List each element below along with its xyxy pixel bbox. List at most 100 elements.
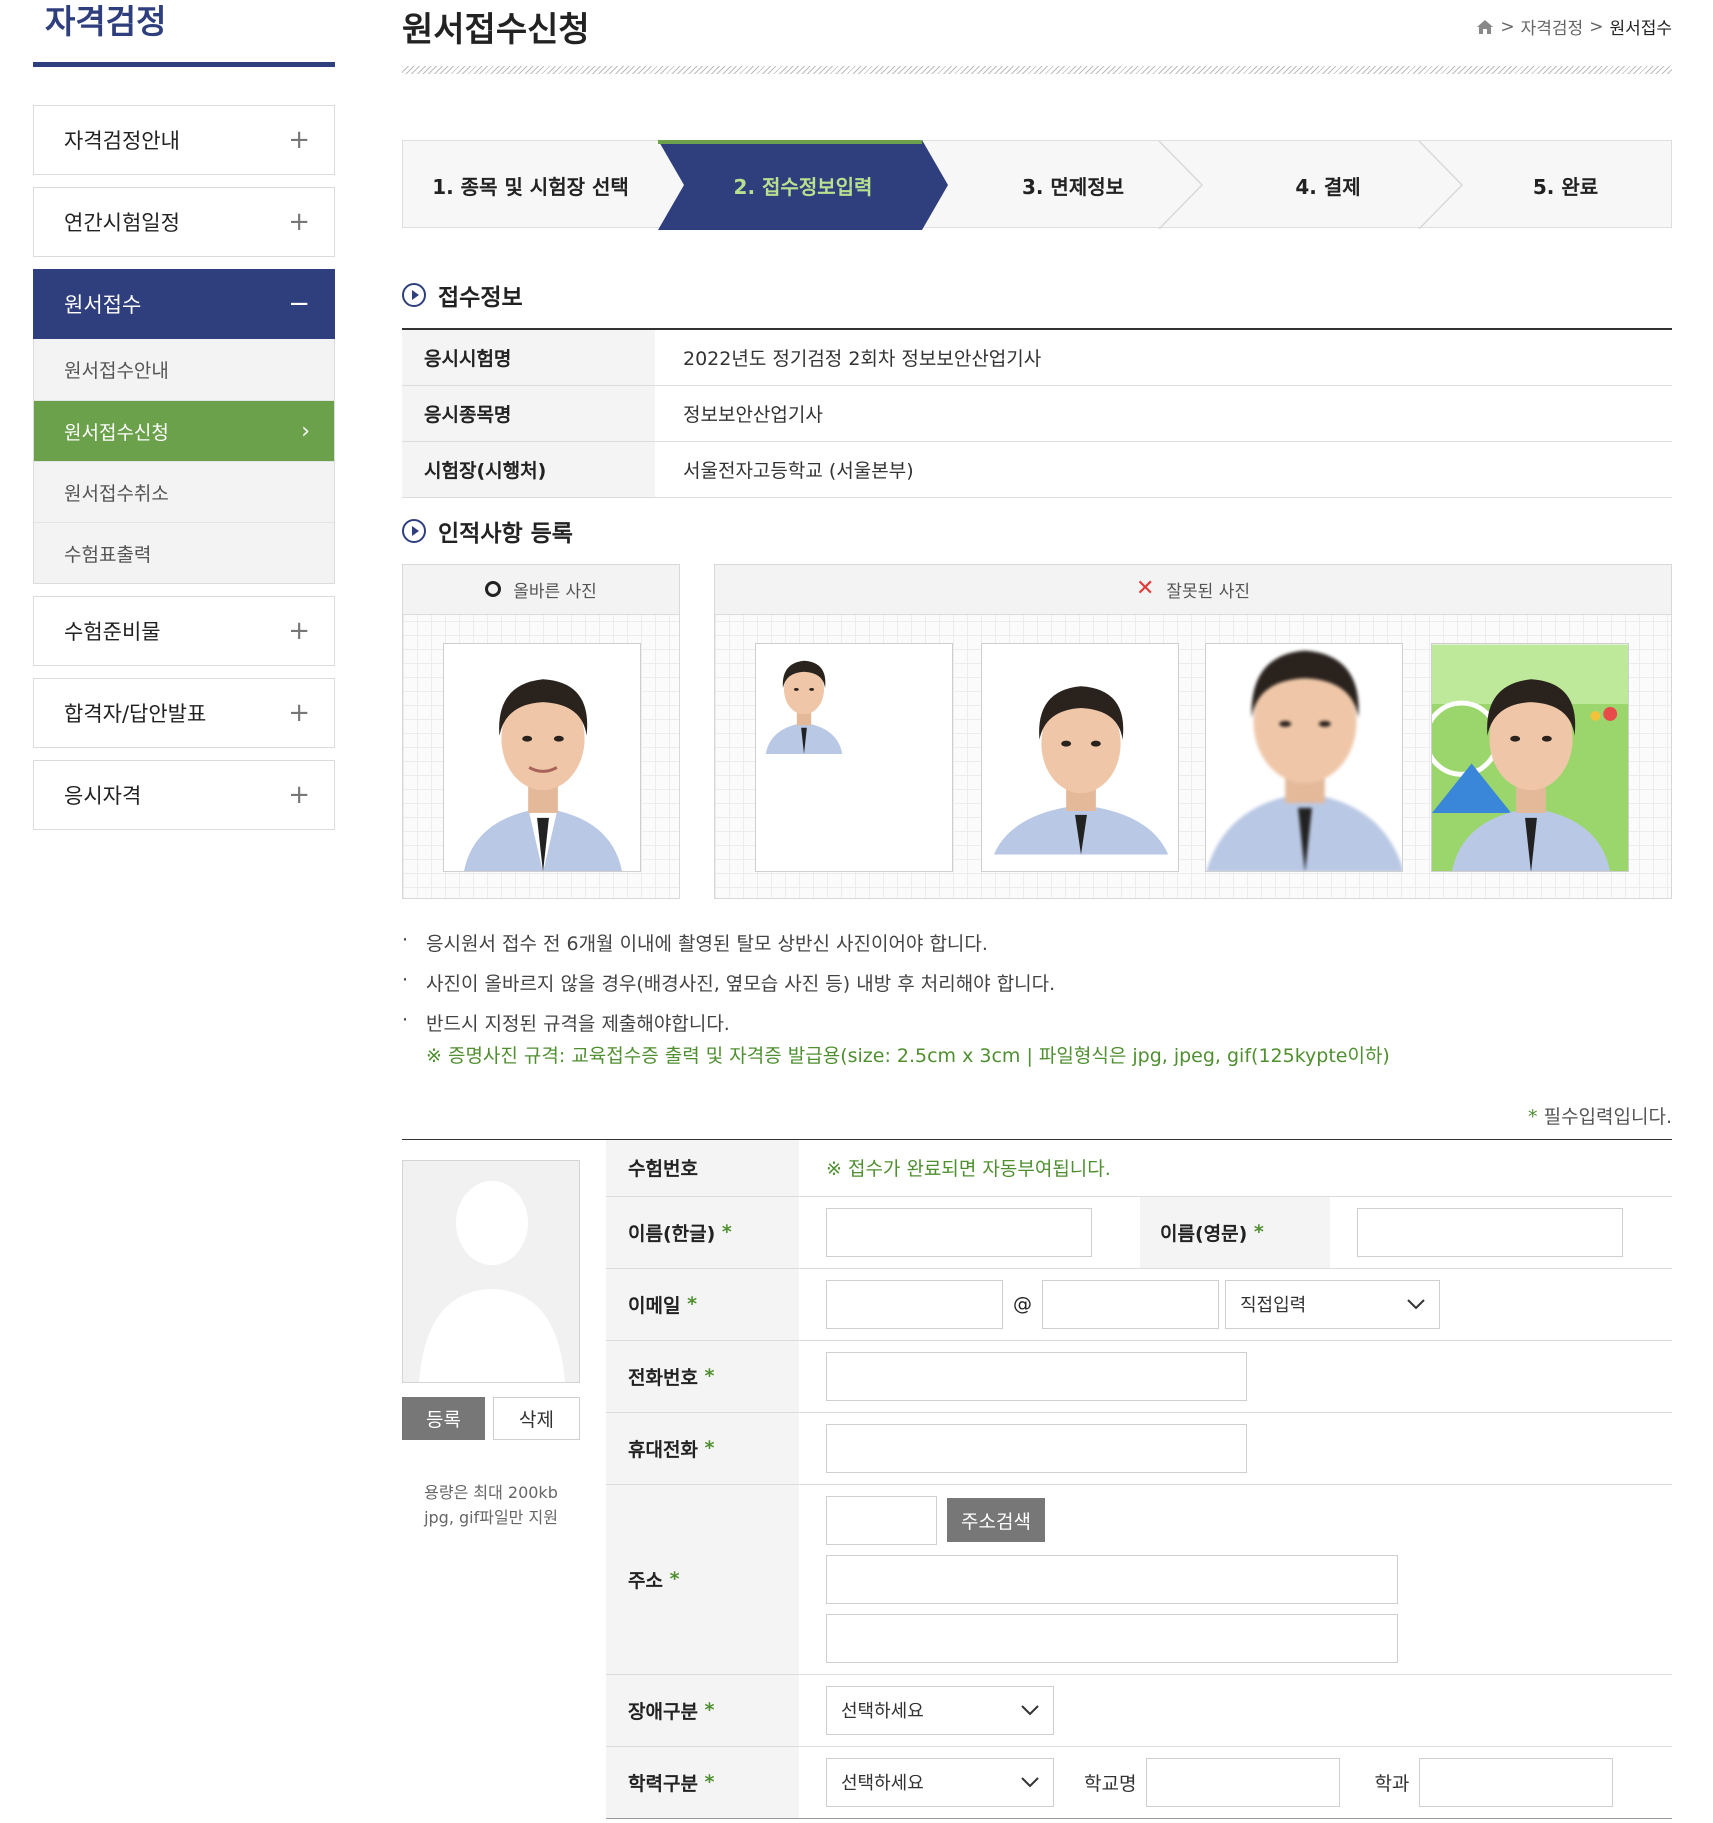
form-label: 이름(한글) * — [606, 1196, 799, 1268]
step-2-active: 2. 접수정보입력 — [733, 174, 873, 199]
form-label: 주소 * — [606, 1484, 799, 1674]
disability-select[interactable]: 선택하세요 — [826, 1685, 1054, 1735]
submenu-item-application-request[interactable]: 원서접수신청 › — [34, 400, 334, 461]
table-row: 시험장(시행처) 서울전자고등학교 (서울본부) — [402, 441, 1672, 498]
application-form: 등록 삭제 용량은 최대 200kb jpg, gif파일만 지원 수험번호 ※… — [402, 1138, 1672, 1821]
sidebar-menu: 자격검정안내 + 연간시험일정 + 원서접수 − 원서접수안내 원서접수신청 › 원서접… — [33, 105, 335, 830]
sidebar-item-schedule[interactable]: 연간시험일정 + — [33, 187, 335, 257]
avatar-buttons: 등록 삭제 — [402, 1396, 580, 1440]
sidebar-item-label: 합격자/답안발표 — [64, 702, 207, 726]
wrong-photo-blurry — [1205, 642, 1403, 872]
email-domain-select[interactable]: 직접입력 — [1225, 1279, 1440, 1329]
form-value: ※ 접수가 완료되면 자동부여됩니다. — [799, 1140, 1672, 1196]
wrong-photo-header: ✕ 잘못된 사진 — [715, 564, 1671, 615]
sidebar-item-eligibility[interactable]: 응시자격 + — [33, 760, 335, 830]
wrong-photo-label: 잘못된 사진 — [1166, 581, 1251, 602]
circle-o-icon — [485, 581, 502, 597]
submenu-item-application-guide[interactable]: 원서접수안내 — [34, 339, 334, 400]
postcode-input[interactable] — [826, 1495, 937, 1545]
form-label: 학력구분 * — [606, 1746, 799, 1818]
progress-steps: 1. 종목 및 시험장 선택 2. 접수정보입력 3. 면제정보 4. 결제 5… — [402, 140, 1672, 230]
correct-photo-header: 올바른 사진 — [403, 564, 679, 615]
address-input[interactable] — [826, 1554, 1398, 1604]
form-label: 전화번호 * — [606, 1340, 799, 1412]
address-detail-input[interactable] — [826, 1613, 1398, 1663]
email-domain-input[interactable] — [1042, 1279, 1219, 1329]
photo-examples: 올바른 사진 ✕ 잘못된 사진 — [402, 563, 1672, 899]
exam-no-note: ※ 접수가 완료되면 자동부여됩니다. — [826, 1158, 1111, 1180]
submenu-item-label: 원서접수신청 — [64, 421, 169, 444]
x-mark-icon: ✕ — [1135, 576, 1155, 601]
portrait-image — [982, 644, 1178, 871]
email-id-input[interactable] — [826, 1279, 1003, 1329]
table-key: 시험장(시행처) — [402, 441, 655, 498]
chevron-right-icon: › — [301, 418, 310, 444]
breadcrumb-item[interactable]: 자격검정 — [1521, 14, 1584, 39]
header-divider — [402, 66, 1672, 74]
submenu-item-application-cancel[interactable]: 원서접수취소 — [34, 461, 334, 522]
major-input[interactable] — [1419, 1757, 1614, 1807]
reception-info-table: 응시시험명 2022년도 정기검정 2회차 정보보안산업기사 응시종목명 정보보안산… — [402, 328, 1672, 498]
major-label: 학과 — [1374, 1772, 1410, 1795]
note-item: · 반드시 지정된 규격을 제출해야합니다. — [402, 1008, 730, 1035]
register-photo-button[interactable]: 등록 — [402, 1396, 485, 1440]
sidebar-item-label: 응시자격 — [64, 784, 142, 808]
school-input[interactable] — [1146, 1757, 1341, 1807]
education-select[interactable]: 선택하세요 — [826, 1757, 1054, 1807]
plus-icon: + — [288, 125, 310, 155]
breadcrumb-separator: > — [1589, 16, 1604, 37]
form-table: 수험번호 ※ 접수가 완료되면 자동부여됩니다. 이름(한글) * 이름(영문)… — [606, 1139, 1672, 1819]
form-value: 선택하세요 학교명 학과 — [799, 1747, 1672, 1818]
form-row-mobile: 휴대전화 * — [606, 1412, 1672, 1485]
form-row-phone: 전화번호 * — [606, 1340, 1672, 1413]
profile-photo-area: 등록 삭제 용량은 최대 200kb jpg, gif파일만 지원 — [402, 1159, 580, 1530]
sidebar-item-label: 원서접수 — [64, 293, 142, 317]
phone-input[interactable] — [826, 1351, 1247, 1401]
wrong-photo-too-small — [755, 642, 953, 872]
form-row-education: 학력구분 * 선택하세요 학교명 학과 — [606, 1746, 1672, 1819]
sidebar-title: 자격검정 — [45, 2, 167, 41]
required-note: * 필수입력입니다. — [1528, 1105, 1672, 1128]
form-value — [799, 1413, 1672, 1484]
plus-icon: + — [288, 616, 310, 646]
step-4: 4. 결제 — [1295, 174, 1361, 199]
form-label: 휴대전화 * — [606, 1412, 799, 1484]
step-5: 5. 완료 — [1532, 174, 1599, 199]
form-label: 수험번호 — [606, 1139, 799, 1196]
form-value: 이름(영문) * — [799, 1196, 1672, 1268]
sidebar-item-guide[interactable]: 자격검정안내 + — [33, 105, 335, 175]
note-item: · 응시원서 접수 전 6개월 이내에 촬영된 탈모 상반신 사진이어야 합니다. — [402, 928, 988, 955]
step-3: 3. 면제정보 — [1021, 174, 1125, 199]
mobile-input[interactable] — [826, 1423, 1247, 1473]
table-value: 2022년도 정기검정 2회차 정보보안산업기사 — [655, 329, 1672, 386]
portrait-image — [1206, 644, 1402, 871]
breadcrumb: > 자격검정 > 원서접수 — [1476, 14, 1672, 39]
chevron-down-icon — [1407, 1299, 1425, 1310]
table-value: 정보보안산업기사 — [655, 385, 1672, 442]
table-key: 응시시험명 — [402, 329, 655, 386]
address-search-button[interactable]: 주소검색 — [947, 1498, 1045, 1542]
photo-size-note: 용량은 최대 200kb jpg, gif파일만 지원 — [424, 1482, 558, 1527]
main-content: 원서접수신청 > 자격검정 > 원서접수 1. 종목 및 시험장 선택 2. 접… — [402, 0, 1672, 1821]
section-heading-personal: 인적사항 등록 — [402, 514, 1672, 548]
wrong-photo-cropped — [981, 642, 1179, 872]
wrong-photo-background — [1431, 642, 1629, 872]
home-icon[interactable] — [1476, 19, 1494, 35]
plus-icon: + — [288, 780, 310, 810]
name-korean-input[interactable] — [826, 1207, 1092, 1257]
sidebar-title-bar — [33, 62, 335, 67]
section-heading-reception: 접수정보 — [402, 278, 1672, 312]
delete-photo-button[interactable]: 삭제 — [493, 1396, 580, 1440]
sidebar-item-results[interactable]: 합격자/답안발표 + — [33, 678, 335, 748]
sidebar-item-label: 자격검정안내 — [64, 129, 180, 153]
name-english-input[interactable] — [1357, 1207, 1623, 1257]
submenu-item-admission-ticket[interactable]: 수험표출력 — [34, 522, 334, 583]
correct-photo-panel: 올바른 사진 — [402, 563, 680, 899]
plus-icon: + — [288, 698, 310, 728]
form-value: @ 직접입력 — [799, 1269, 1672, 1340]
at-sign: @ — [1013, 1293, 1032, 1315]
sidebar-item-preparation[interactable]: 수험준비물 + — [33, 596, 335, 666]
play-circle-icon — [402, 283, 426, 307]
sidebar-item-application[interactable]: 원서접수 − — [33, 269, 335, 339]
chevron-down-icon — [1021, 1777, 1039, 1788]
